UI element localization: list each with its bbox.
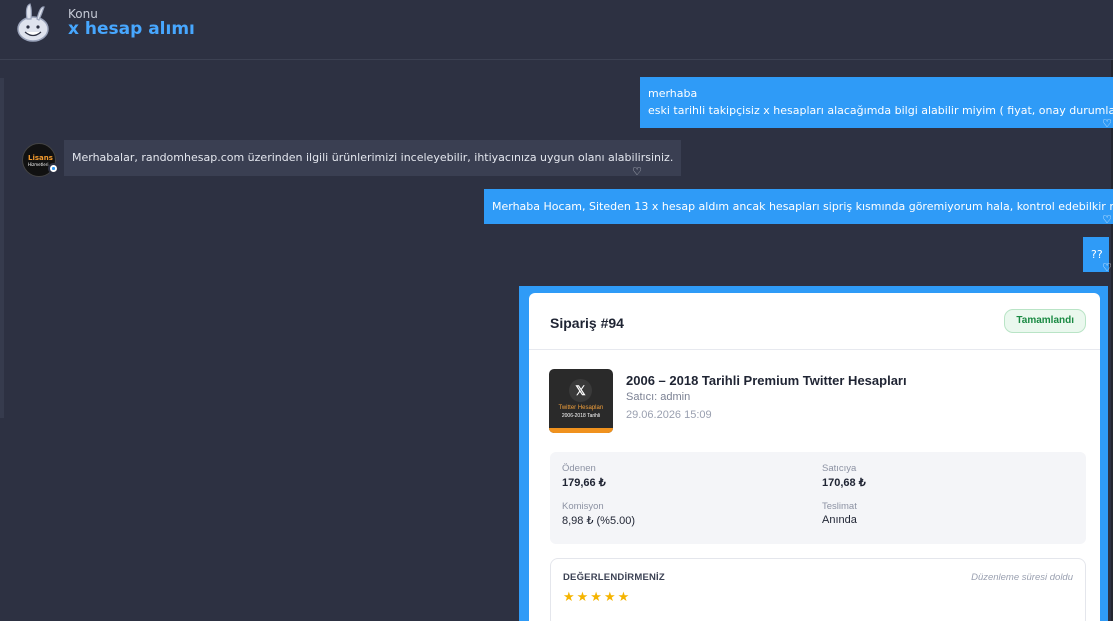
stat-value-commission: 8,98 ₺ (%5.00) (562, 515, 636, 527)
like-heart-icon[interactable]: ♡ (1101, 214, 1113, 226)
order-card[interactable]: Sipariş #94 Tamamlandı 𝕏 Twitter Hesapla… (529, 293, 1100, 621)
x-logo-icon: 𝕏 (569, 379, 592, 402)
order-title: Sipariş #94 (550, 315, 624, 331)
message-line: eski tarihli takipçisiz x hesapları alac… (648, 104, 1113, 117)
stat-label-seller: Satıcıya (822, 463, 857, 474)
message-line: Merhabalar, randomhesap.com üzerinden il… (72, 151, 674, 164)
message-bubble-outgoing: merhaba eski tarihli takipçisiz x hesapl… (640, 77, 1113, 128)
stat-label-delivery: Teslimat (822, 501, 857, 512)
conversation-header: Konu x hesap alımı (0, 0, 1113, 60)
avatar-text: Lisans (28, 154, 53, 162)
like-heart-icon[interactable]: ♡ (1101, 118, 1113, 130)
thumbnail-bar (549, 428, 613, 433)
thumbnail-line: 2006-2018 Tarihli (561, 413, 601, 419)
product-seller: Satıcı: admin (626, 391, 691, 403)
status-badge: Tamamlandı (1004, 309, 1086, 333)
avatar-text: Hizmetleri (28, 162, 49, 167)
like-heart-icon[interactable]: ♡ (1101, 262, 1113, 274)
order-date: 29.06.2026 15:09 (626, 409, 712, 421)
divider (529, 349, 1100, 350)
order-stats: Ödenen 179,66 ₺ Satıcıya 170,68 ₺ Komisy… (550, 452, 1086, 544)
product-title[interactable]: 2006 – 2018 Tarihli Premium Twitter Hesa… (626, 373, 907, 388)
stat-label-commission: Komisyon (562, 501, 604, 512)
stat-value-delivery: Anında (822, 514, 857, 526)
message-bubble-outgoing: Merhaba Hocam, Siteden 13 x hesap aldım … (484, 189, 1113, 224)
stat-value-seller: 170,68 ₺ (822, 477, 866, 489)
rating-section: DEĞERLENDİRMENİZ Düzenleme süresi doldu … (550, 558, 1086, 621)
scroll-strip-left (0, 78, 4, 418)
star-rating-icon: ★★★★★ (563, 589, 632, 604)
bunny-avatar-icon[interactable] (16, 2, 50, 42)
conversation-title[interactable]: x hesap alımı (68, 19, 195, 39)
message-line: merhaba (648, 87, 698, 100)
message-bubble-incoming: Merhabalar, randomhesap.com üzerinden il… (64, 140, 682, 176)
rating-label: DEĞERLENDİRMENİZ (563, 572, 665, 583)
verified-badge-icon (48, 163, 59, 174)
like-heart-icon[interactable]: ♡ (631, 166, 643, 178)
thumbnail-line: Twitter Hesapları (558, 405, 604, 411)
message-line: Merhaba Hocam, Siteden 13 x hesap aldım … (492, 200, 1113, 213)
product-thumbnail[interactable]: 𝕏 Twitter Hesapları 2006-2018 Tarihli (549, 369, 613, 433)
stat-label-paid: Ödenen (562, 463, 596, 474)
stat-value-paid: 179,66 ₺ (562, 477, 606, 489)
rating-note: Düzenleme süresi doldu (971, 572, 1073, 583)
